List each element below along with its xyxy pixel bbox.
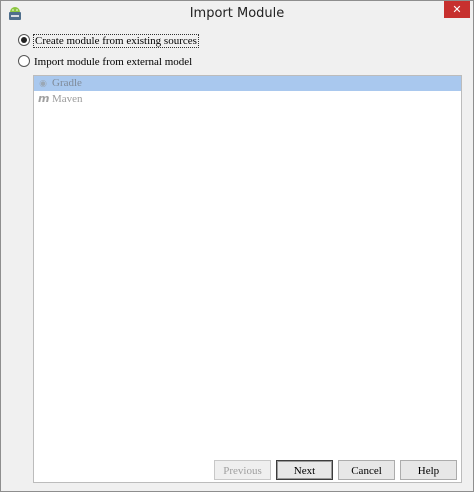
gradle-label: Gradle [52, 77, 82, 89]
dialog-title: Import Module [189, 6, 285, 21]
import-external-model-option[interactable]: Import module from external model [18, 54, 192, 70]
import-external-model-label[interactable]: Import module from external model [34, 56, 192, 68]
close-button[interactable]: ✕ [444, 1, 470, 18]
list-item-maven[interactable]: m Maven [34, 91, 461, 106]
cancel-button[interactable]: Cancel [338, 460, 395, 480]
dialog-body: Create module from existing sources Impo… [3, 27, 471, 489]
create-from-sources-label[interactable]: Create module from existing sources [33, 34, 199, 48]
maven-label: Maven [52, 93, 83, 105]
radio-button-checked[interactable] [18, 34, 30, 46]
previous-button[interactable]: Previous [214, 460, 271, 480]
import-module-dialog: Import Module ✕ Create module from exist… [0, 0, 474, 492]
next-button[interactable]: Next [276, 460, 333, 480]
create-from-sources-option[interactable]: Create module from existing sources [18, 33, 199, 49]
list-item-gradle[interactable]: ◉ Gradle [34, 76, 461, 91]
title-bar[interactable]: Import Module ✕ [1, 1, 473, 26]
maven-icon: m [38, 92, 50, 105]
gradle-icon: ◉ [39, 79, 47, 89]
help-button[interactable]: Help [400, 460, 457, 480]
radio-button-unchecked[interactable] [18, 55, 30, 67]
external-model-list[interactable]: ◉ Gradle m Maven [33, 75, 462, 483]
